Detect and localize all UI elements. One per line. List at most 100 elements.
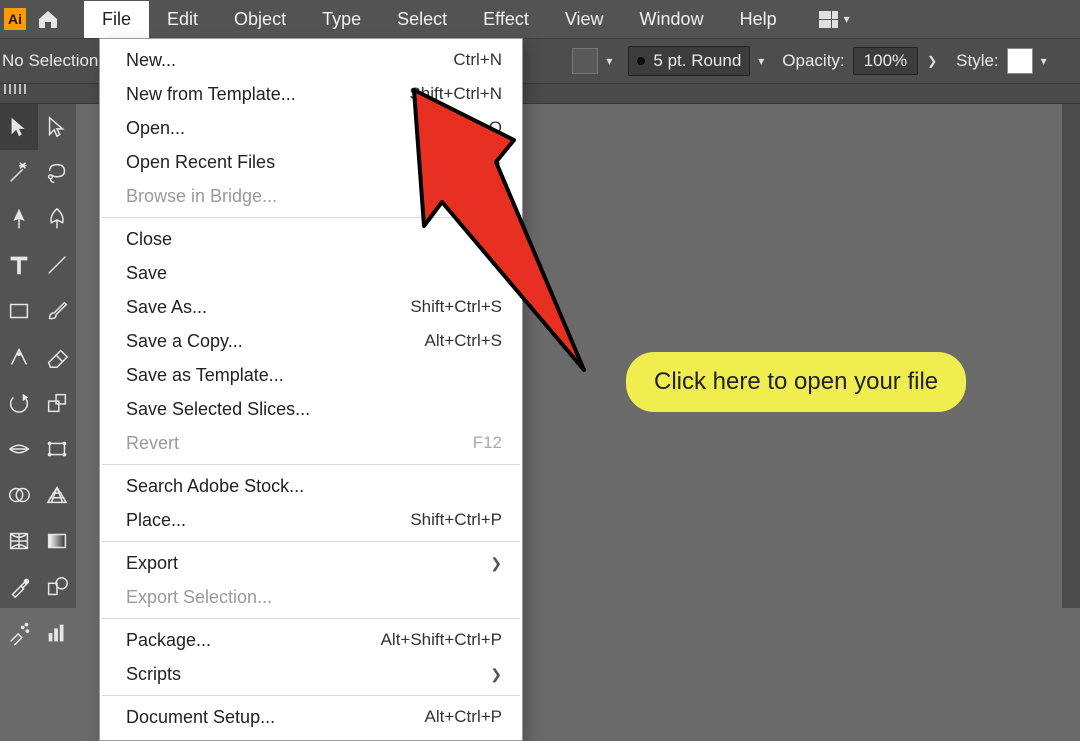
fill-swatch[interactable] bbox=[572, 48, 598, 74]
menu-item-document-setup[interactable]: Document Setup...Alt+Ctrl+P bbox=[100, 700, 522, 734]
tool-perspective-grid[interactable] bbox=[38, 472, 76, 518]
menu-item-revert: RevertF12 bbox=[100, 426, 522, 460]
menu-item-save-as-template[interactable]: Save as Template... bbox=[100, 358, 522, 392]
menu-item-object[interactable]: Object bbox=[216, 1, 304, 38]
menu-item-label: Browse in Bridge... bbox=[126, 184, 502, 208]
menu-item-shortcut: Shift+Ctrl+S bbox=[410, 295, 502, 319]
style-swatch[interactable] bbox=[1007, 48, 1033, 74]
chevron-right-icon: ❯ bbox=[488, 551, 502, 575]
menu-item-shortcut: Shift+Ctrl+N bbox=[409, 82, 502, 106]
menu-item-label: New... bbox=[126, 48, 453, 72]
menu-item-export[interactable]: Export❯ bbox=[100, 546, 522, 580]
tool-column bbox=[0, 104, 76, 608]
tool-eraser[interactable] bbox=[38, 334, 76, 380]
menu-item-effect[interactable]: Effect bbox=[465, 1, 547, 38]
tool-paintbrush[interactable] bbox=[38, 288, 76, 334]
menu-item-label: Open Recent Files bbox=[126, 150, 488, 174]
menu-items: FileEditObjectTypeSelectEffectViewWindow… bbox=[84, 1, 795, 38]
tool-scale[interactable] bbox=[38, 380, 76, 426]
menu-item-label: Save As... bbox=[126, 295, 410, 319]
tool-blend[interactable] bbox=[38, 564, 76, 610]
menu-item-export-selection: Export Selection... bbox=[100, 580, 522, 614]
chevron-down-icon[interactable]: ▾ bbox=[598, 54, 620, 68]
round-cap-icon bbox=[637, 57, 645, 65]
menu-item-label: Save a Copy... bbox=[126, 329, 425, 353]
menu-item-file[interactable]: File bbox=[84, 1, 149, 38]
menu-item-new-from-template[interactable]: New from Template...Shift+Ctrl+N bbox=[100, 77, 522, 111]
chevron-down-icon[interactable]: ▾ bbox=[1033, 54, 1055, 68]
tool-symbol-sprayer[interactable] bbox=[0, 610, 38, 656]
menu-item-label: Save bbox=[126, 261, 502, 285]
menu-item-label: Scripts bbox=[126, 662, 488, 686]
file-menu-dropdown: New...Ctrl+NNew from Template...Shift+Ct… bbox=[99, 38, 523, 741]
menu-item-open[interactable]: Open...Ctrl+O bbox=[100, 111, 522, 145]
tool-pen[interactable] bbox=[0, 196, 38, 242]
tool-shaper[interactable] bbox=[0, 334, 38, 380]
menu-item-close[interactable]: Close bbox=[100, 222, 522, 256]
menu-item-place[interactable]: Place...Shift+Ctrl+P bbox=[100, 503, 522, 537]
menu-item-help[interactable]: Help bbox=[722, 1, 795, 38]
menu-item-label: Package... bbox=[126, 628, 381, 652]
menu-item-label: Document Setup... bbox=[126, 705, 425, 729]
tool-magic-wand[interactable] bbox=[0, 150, 38, 196]
menu-item-shortcut: Ctrl+N bbox=[453, 48, 502, 72]
stroke-value: 5 pt. Round bbox=[653, 51, 741, 71]
menu-item-browse-in-bridge: Browse in Bridge... bbox=[100, 179, 522, 213]
menu-item-save-a-copy[interactable]: Save a Copy...Alt+Ctrl+S bbox=[100, 324, 522, 358]
menu-item-save-selected-slices[interactable]: Save Selected Slices... bbox=[100, 392, 522, 426]
workspace-grid-icon bbox=[819, 11, 838, 28]
menu-item-select[interactable]: Select bbox=[379, 1, 465, 38]
menu-item-scripts[interactable]: Scripts❯ bbox=[100, 657, 522, 691]
home-icon[interactable] bbox=[36, 8, 60, 30]
chevron-right-icon[interactable]: ❯ bbox=[918, 54, 946, 68]
menu-item-save[interactable]: Save bbox=[100, 256, 522, 290]
style-label: Style: bbox=[956, 51, 999, 71]
menu-item-label: New from Template... bbox=[126, 82, 409, 106]
tool-lasso[interactable] bbox=[38, 150, 76, 196]
tool-selection[interactable] bbox=[0, 104, 38, 150]
tool-shape-builder[interactable] bbox=[0, 472, 38, 518]
menu-item-shortcut: Alt+Ctrl+P bbox=[425, 705, 502, 729]
tool-width[interactable] bbox=[0, 426, 38, 472]
chevron-down-icon: ▾ bbox=[844, 12, 850, 26]
tool-type[interactable] bbox=[0, 242, 38, 288]
menu-item-open-recent-files[interactable]: Open Recent Files❯ bbox=[100, 145, 522, 179]
menu-item-shortcut: Shift+Ctrl+P bbox=[410, 508, 502, 532]
menu-item-view[interactable]: View bbox=[547, 1, 622, 38]
tool-eyedropper[interactable] bbox=[0, 564, 38, 610]
menu-item-window[interactable]: Window bbox=[622, 1, 722, 38]
menu-item-label: Open... bbox=[126, 116, 452, 140]
tool-rectangle[interactable] bbox=[0, 288, 38, 334]
opacity-value[interactable]: 100% bbox=[853, 47, 918, 75]
tool-direct-selection[interactable] bbox=[38, 104, 76, 150]
menu-item-package[interactable]: Package...Alt+Shift+Ctrl+P bbox=[100, 623, 522, 657]
menu-item-shortcut: F12 bbox=[473, 431, 502, 455]
workspace-switcher[interactable]: ▾ bbox=[819, 11, 850, 28]
menu-item-save-as[interactable]: Save As...Shift+Ctrl+S bbox=[100, 290, 522, 324]
menu-item-search-adobe-stock[interactable]: Search Adobe Stock... bbox=[100, 469, 522, 503]
tool-rotate[interactable] bbox=[0, 380, 38, 426]
annotation-bubble: Click here to open your file bbox=[626, 352, 966, 412]
menu-item-label: Close bbox=[126, 227, 502, 251]
menu-item-edit[interactable]: Edit bbox=[149, 1, 216, 38]
tool-curvature-pen[interactable] bbox=[38, 196, 76, 242]
panel-edge bbox=[1062, 104, 1080, 608]
tool-line-segment[interactable] bbox=[38, 242, 76, 288]
tool-free-transform[interactable] bbox=[38, 426, 76, 472]
tool-mesh[interactable] bbox=[0, 518, 38, 564]
menu-item-shortcut: Alt+Ctrl+S bbox=[425, 329, 502, 353]
menu-item-label: Revert bbox=[126, 431, 473, 455]
stroke-profile-dropdown[interactable]: 5 pt. Round bbox=[628, 46, 750, 76]
chevron-down-icon[interactable]: ▾ bbox=[750, 54, 772, 68]
annotation-text: Click here to open your file bbox=[654, 368, 938, 395]
menu-item-type[interactable]: Type bbox=[304, 1, 379, 38]
menu-item-shortcut: Alt+Shift+Ctrl+P bbox=[381, 628, 502, 652]
menu-item-label: Search Adobe Stock... bbox=[126, 474, 502, 498]
menu-item-label: Place... bbox=[126, 508, 410, 532]
tool-column-graph[interactable] bbox=[38, 610, 76, 656]
menu-item-shortcut: Ctrl+O bbox=[452, 116, 502, 140]
chevron-right-icon: ❯ bbox=[488, 662, 502, 686]
tool-gradient[interactable] bbox=[38, 518, 76, 564]
menu-item-label: Export Selection... bbox=[126, 585, 502, 609]
menu-item-new[interactable]: New...Ctrl+N bbox=[100, 43, 522, 77]
